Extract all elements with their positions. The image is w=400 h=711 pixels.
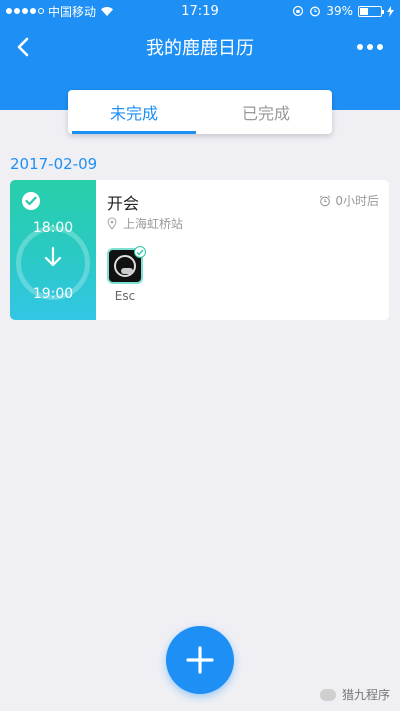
more-dots-icon [357, 44, 363, 50]
reminder-text: 0小时后 [335, 194, 379, 208]
location-text: 上海虹桥站 [123, 217, 184, 231]
status-bar: 中国移动 17:19 39% [0, 0, 400, 22]
status-time: 17:19 [181, 3, 219, 19]
participant-name: Esc [114, 289, 136, 303]
participant-check-icon [134, 246, 146, 258]
orientation-lock-icon [293, 5, 304, 17]
event-start-time: 18:00 [32, 220, 74, 236]
tab-incomplete[interactable]: 未完成 [68, 90, 200, 134]
participant[interactable]: Esc [107, 246, 146, 303]
check-circle-icon[interactable] [22, 192, 40, 210]
status-tabs: 未完成 已完成 [68, 90, 332, 134]
event-title: 开会 [107, 194, 140, 213]
wifi-icon [101, 6, 114, 16]
wechat-logo-icon [319, 688, 336, 701]
plus-icon [186, 646, 214, 674]
add-event-button[interactable] [166, 626, 234, 694]
event-card[interactable]: 18:00 19:00 开会 0小时后 上海虹桥站 Esc [10, 180, 389, 320]
status-right: 39% [244, 4, 394, 18]
event-location: 上海虹桥站 [107, 215, 183, 232]
charging-icon [387, 5, 394, 17]
battery-percent: 39% [326, 4, 353, 18]
location-pin-icon [107, 217, 117, 230]
page-title: 我的鹿鹿日历 [146, 38, 254, 59]
tab-completed[interactable]: 已完成 [200, 90, 332, 134]
event-reminder: 0小时后 [319, 192, 379, 209]
watermark-right: 猎九程序 [319, 686, 390, 703]
signal-dots-icon [6, 8, 44, 14]
event-end-time: 19:00 [32, 286, 74, 302]
battery-icon [358, 5, 384, 17]
event-time-block: 18:00 19:00 [10, 180, 96, 320]
alarm-icon [310, 6, 321, 17]
date-heading: 2017-02-09 [10, 155, 98, 173]
alarm-clock-icon [320, 195, 331, 206]
arrow-down-icon [44, 246, 62, 267]
event-body: 开会 0小时后 上海虹桥站 Esc [96, 180, 389, 320]
more-button[interactable] [350, 30, 390, 64]
watermark-text: 猎九程序 [341, 688, 390, 702]
status-left: 中国移动 [6, 3, 156, 20]
carrier-label: 中国移动 [48, 4, 97, 19]
